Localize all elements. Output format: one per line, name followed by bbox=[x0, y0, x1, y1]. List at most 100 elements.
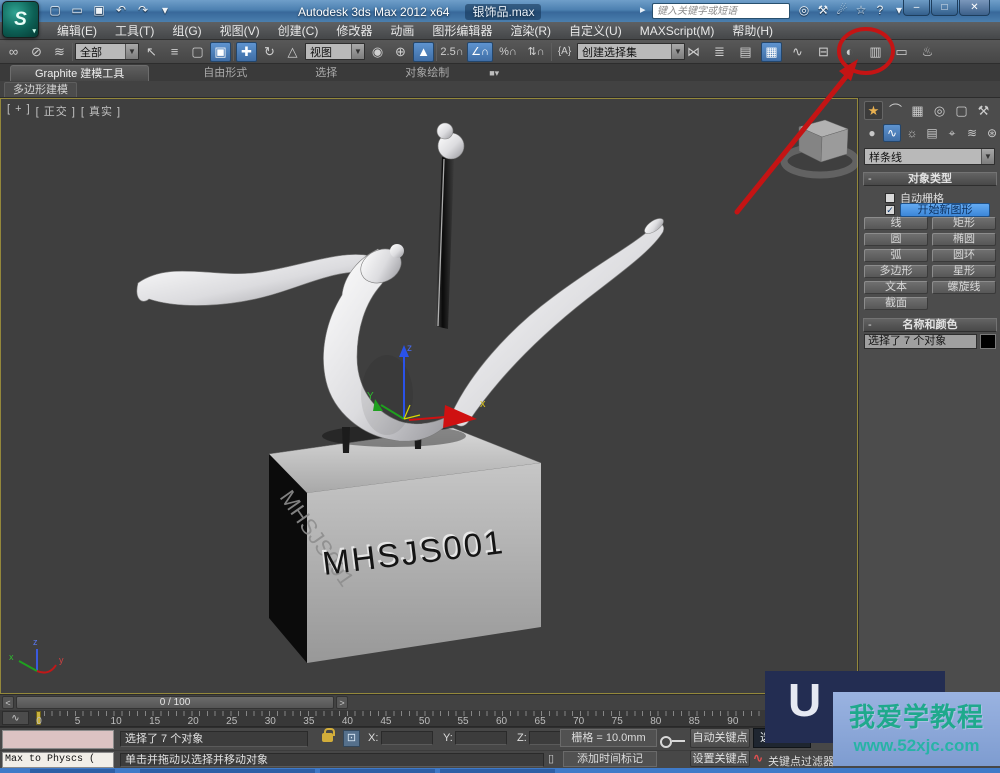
prev-frame-button[interactable]: < bbox=[2, 696, 14, 709]
ribbon-tab[interactable]: 对象绘制 bbox=[391, 65, 463, 81]
qat-menu-icon[interactable]: ▾ bbox=[156, 2, 174, 19]
shape-button[interactable]: 椭圆 bbox=[932, 233, 996, 246]
absolute-mode-icon[interactable]: ⊡ bbox=[343, 730, 360, 747]
select-by-name-icon[interactable]: ≡ bbox=[164, 42, 185, 62]
hierarchy-tab-icon[interactable]: ▦ bbox=[908, 101, 927, 120]
select-link-icon[interactable]: ∞ bbox=[3, 42, 24, 62]
keyboard-override-icon[interactable]: ▲ bbox=[413, 41, 434, 62]
save-icon[interactable]: ▣ bbox=[90, 2, 108, 19]
utilities-tab-icon[interactable]: ⚒ bbox=[974, 101, 993, 120]
menu-item[interactable]: MAXScript(M) bbox=[631, 24, 724, 38]
window-crossing-icon[interactable]: ▣ bbox=[210, 41, 231, 62]
shape-button[interactable]: 螺旋线 bbox=[932, 281, 996, 294]
track-bar[interactable]: ∿ 0 5 10 15 20 25 30 35 40 45 50 55 60 65 70 75 80 85 90 bbox=[0, 710, 858, 727]
help-icon[interactable]: ? bbox=[872, 2, 888, 19]
helpers-category-icon[interactable]: ⌖ bbox=[943, 124, 961, 142]
clipboard-icon[interactable]: ▯ bbox=[548, 752, 554, 765]
select-move-icon[interactable]: ✚ bbox=[236, 41, 257, 62]
display-tab-icon[interactable]: ▢ bbox=[952, 101, 971, 120]
schematic-view-icon[interactable]: ⊟ bbox=[813, 42, 834, 62]
viewport-general-menu[interactable]: [ + ] bbox=[7, 103, 31, 119]
maximize-button[interactable]: □ bbox=[931, 0, 958, 16]
shape-button[interactable]: 圆环 bbox=[932, 249, 996, 262]
time-slider[interactable]: 0 / 100 bbox=[16, 696, 334, 709]
next-frame-button[interactable]: > bbox=[336, 696, 348, 709]
object-color-swatch[interactable] bbox=[980, 334, 996, 349]
taskbar-button[interactable] bbox=[140, 769, 315, 773]
rendered-frame-icon[interactable]: ▭ bbox=[891, 42, 912, 62]
polygon-modeling-tab[interactable]: 多边形建模 bbox=[4, 82, 77, 97]
snap-toggle-icon[interactable]: 2.5∩ bbox=[439, 42, 465, 62]
cameras-category-icon[interactable]: ▤ bbox=[923, 124, 941, 142]
new-key-curve-icon[interactable]: ∿ bbox=[753, 751, 763, 765]
shape-button[interactable]: 弧 bbox=[864, 249, 928, 262]
shapes-category-icon[interactable]: ∿ bbox=[883, 124, 901, 142]
mini-curve-editor-button[interactable]: ∿ bbox=[2, 711, 29, 725]
shape-button[interactable]: 矩形 bbox=[932, 217, 996, 230]
align-icon[interactable]: ≣ bbox=[709, 42, 730, 62]
ribbon-tab[interactable]: 自由形式 bbox=[189, 65, 261, 81]
redo-icon[interactable]: ↷ bbox=[134, 2, 152, 19]
bind-spacewarp-icon[interactable]: ≋ bbox=[49, 42, 70, 62]
search-icon[interactable]: ◎ bbox=[796, 2, 812, 19]
listener-line[interactable]: Max to Physcs ( bbox=[2, 752, 114, 768]
menu-item[interactable]: 帮助(H) bbox=[723, 22, 782, 39]
taskbar-button[interactable] bbox=[320, 769, 435, 773]
ref-coord-dropdown[interactable]: 视图 ▼ bbox=[305, 43, 365, 60]
set-key-button[interactable]: 设置关键点 bbox=[690, 750, 750, 767]
spinner-snap-icon[interactable]: ⇅∩ bbox=[523, 42, 549, 62]
geometry-category-icon[interactable]: ● bbox=[863, 124, 881, 142]
spacewarps-category-icon[interactable]: ≋ bbox=[963, 124, 981, 142]
selection-filter-dropdown[interactable]: 全部 ▼ bbox=[75, 43, 139, 60]
favorites-star-icon[interactable]: ☆ bbox=[853, 2, 869, 19]
autogrid-checkbox[interactable] bbox=[885, 193, 895, 203]
menu-item[interactable]: 组(G) bbox=[163, 22, 210, 39]
x-coordinate-field[interactable] bbox=[381, 731, 433, 745]
start-new-shape-button[interactable]: 开始新图形 bbox=[900, 203, 990, 217]
viewcube[interactable] bbox=[780, 119, 859, 179]
viewport[interactable]: [ + ] [ 正交 ] [ 真实 ] MHSJS001 MHSJS001 MH… bbox=[0, 98, 859, 695]
viewport-shading-menu[interactable]: [ 真实 ] bbox=[81, 103, 121, 119]
shape-category-dropdown[interactable]: 样条线 ▼ bbox=[864, 148, 995, 165]
graphite-ribbon-icon[interactable]: ▦ bbox=[761, 42, 782, 62]
render-icon[interactable]: ♨ bbox=[917, 42, 938, 62]
start-new-shape-checkbox[interactable]: ✓ bbox=[885, 205, 895, 215]
sculpture[interactable] bbox=[136, 122, 666, 453]
pivot-center-icon[interactable]: ◉ bbox=[367, 42, 388, 62]
wrench-icon[interactable]: ⚒ bbox=[815, 2, 831, 19]
shape-button[interactable]: 截面 bbox=[864, 297, 928, 310]
ribbon-tab[interactable]: 选择 bbox=[301, 65, 351, 81]
app-button[interactable]: S ▾ bbox=[2, 1, 39, 38]
percent-snap-icon[interactable]: %∩ bbox=[495, 42, 521, 62]
communication-icon[interactable]: ☄ bbox=[834, 2, 850, 19]
named-selection-sets-icon[interactable]: {A} bbox=[554, 42, 575, 62]
motion-tab-icon[interactable]: ◎ bbox=[930, 101, 949, 120]
menu-item[interactable]: 视图(V) bbox=[211, 22, 269, 39]
menu-item[interactable]: 修改器 bbox=[327, 22, 381, 39]
material-editor-icon[interactable]: ◐ bbox=[839, 42, 860, 62]
angle-snap-icon[interactable]: ∠∩ bbox=[467, 41, 493, 62]
viewport-pov-menu[interactable]: [ 正交 ] bbox=[36, 103, 76, 119]
menu-item[interactable]: 渲染(R) bbox=[501, 22, 560, 39]
create-tab-icon[interactable]: ★ bbox=[864, 101, 883, 120]
pedestal[interactable]: MHSJS001 MHSJS001 MHSJS001 bbox=[268, 425, 542, 663]
undo-icon[interactable]: ↶ bbox=[112, 2, 130, 19]
mirror-icon[interactable]: ⋈ bbox=[683, 42, 704, 62]
selection-set-dropdown[interactable]: 创建选择集 ▼ bbox=[577, 43, 685, 60]
menu-item[interactable]: 自定义(U) bbox=[560, 22, 631, 39]
shape-button[interactable]: 圆 bbox=[864, 233, 928, 246]
select-rotate-icon[interactable]: ↻ bbox=[259, 42, 280, 62]
menu-item[interactable]: 创建(C) bbox=[269, 22, 328, 39]
close-button[interactable]: ✕ bbox=[959, 0, 990, 16]
select-scale-icon[interactable]: △ bbox=[282, 42, 303, 62]
render-setup-icon[interactable]: ▥ bbox=[865, 42, 886, 62]
minimize-button[interactable]: – bbox=[903, 0, 930, 16]
add-time-tag[interactable]: 添加时间标记 bbox=[563, 751, 657, 767]
select-object-icon[interactable]: ↖ bbox=[141, 42, 162, 62]
object-name-field[interactable]: 选择了 7 个对象 bbox=[864, 334, 977, 349]
rect-region-icon[interactable]: ▢ bbox=[187, 42, 208, 62]
scene-canvas[interactable]: MHSJS001 MHSJS001 MHSJS001 z Y x z x y bbox=[1, 99, 859, 695]
shape-button[interactable]: 线 bbox=[864, 217, 928, 230]
lights-category-icon[interactable]: ☼ bbox=[903, 124, 921, 142]
ribbon-tab[interactable]: Graphite 建模工具 bbox=[10, 65, 150, 81]
